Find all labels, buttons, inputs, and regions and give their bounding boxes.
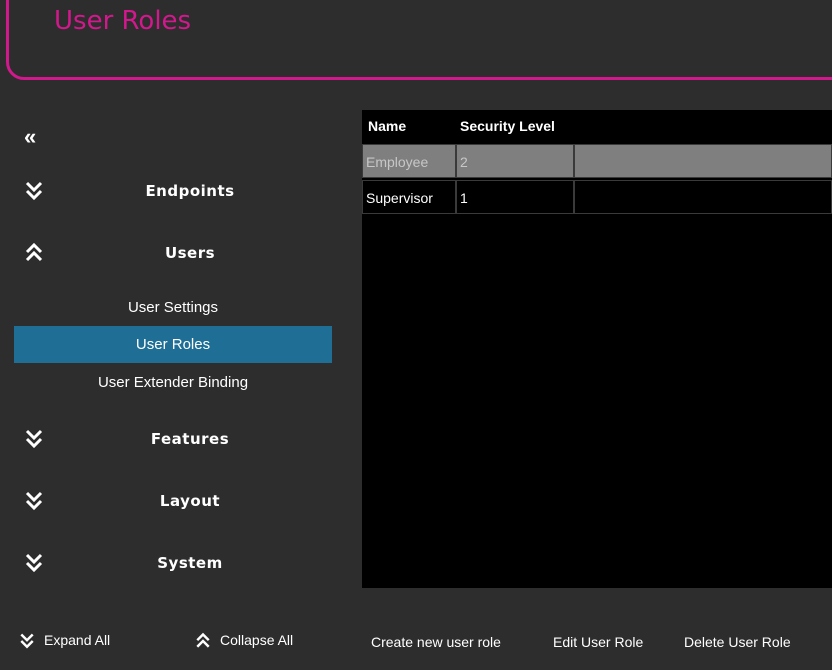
chevron-double-down-icon xyxy=(25,491,43,511)
expand-all-label: Expand All xyxy=(44,632,111,648)
sidebar-section-endpoints[interactable]: Endpoints xyxy=(0,172,345,212)
sidebar-section-label: Layout xyxy=(159,492,221,510)
chevron-double-down-icon xyxy=(25,429,43,449)
column-header-security-level[interactable]: Security Level xyxy=(460,118,555,134)
sidebar-item-user-extender-binding[interactable]: User Extender Binding xyxy=(14,364,332,401)
chevron-double-down-icon xyxy=(25,181,43,201)
collapse-all-label: Collapse All xyxy=(220,632,294,648)
sidebar-section-layout[interactable]: Layout xyxy=(0,482,345,522)
collapse-sidebar-icon[interactable]: « xyxy=(24,126,48,150)
chevron-double-up-icon xyxy=(196,633,210,648)
sidebar-section-label: Features xyxy=(150,430,230,448)
cell-security-level: 1 xyxy=(456,180,574,214)
delete-user-role-button[interactable]: Delete User Role xyxy=(684,634,791,650)
table-row[interactable]: Supervisor 1 xyxy=(362,180,832,214)
expand-all-button[interactable]: Expand All xyxy=(18,632,110,650)
chevron-double-down-icon xyxy=(25,553,43,573)
table-header: Name Security Level xyxy=(362,110,832,144)
column-header-name[interactable]: Name xyxy=(368,118,406,134)
sidebar-section-label: Endpoints xyxy=(145,182,235,200)
collapse-all-button[interactable]: Collapse All xyxy=(194,632,293,650)
sidebar-section-users[interactable]: Users xyxy=(0,234,345,274)
sidebar-section-features[interactable]: Features xyxy=(0,420,345,460)
sidebar-item-user-settings[interactable]: User Settings xyxy=(14,289,332,326)
sidebar-section-system[interactable]: System xyxy=(0,544,345,584)
page-title: User Roles xyxy=(54,6,192,36)
sidebar: « Endpoints Users User Settings User Rol… xyxy=(0,110,345,610)
sidebar-section-label: Users xyxy=(164,244,216,262)
cell-security-level: 2 xyxy=(456,144,574,178)
user-roles-table: Name Security Level Employee 2 Superviso… xyxy=(362,110,832,588)
cell-name: Employee xyxy=(362,144,456,178)
sidebar-item-user-roles[interactable]: User Roles xyxy=(14,326,332,363)
create-user-role-button[interactable]: Create new user role xyxy=(371,634,501,650)
chevron-double-down-icon xyxy=(20,633,34,649)
cell-empty xyxy=(574,144,832,178)
chevron-double-up-icon xyxy=(25,242,43,262)
sidebar-section-label: System xyxy=(157,554,223,572)
cell-name: Supervisor xyxy=(362,180,456,214)
edit-user-role-button[interactable]: Edit User Role xyxy=(553,634,643,650)
table-row[interactable]: Employee 2 xyxy=(362,144,832,178)
cell-empty xyxy=(574,180,832,214)
